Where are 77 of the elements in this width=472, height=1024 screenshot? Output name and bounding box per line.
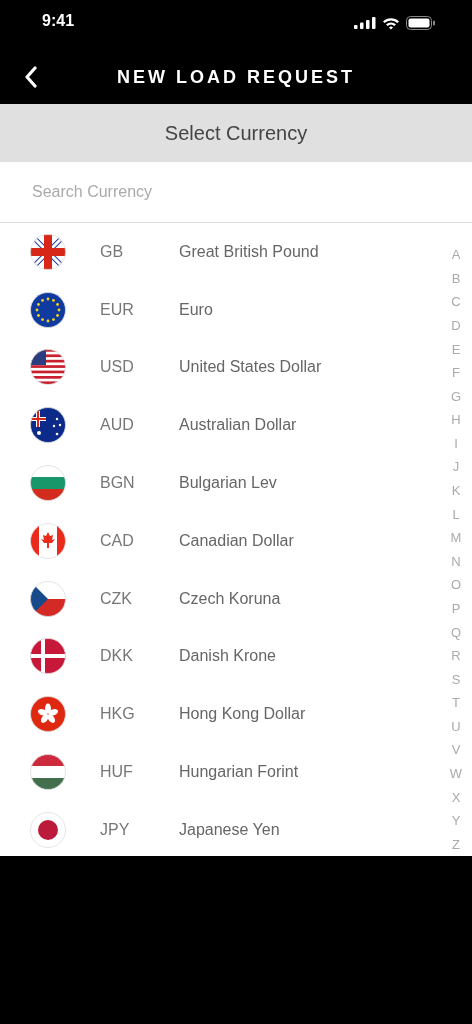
currency-name: Great British Pound: [179, 242, 319, 261]
currency-code: GB: [100, 242, 125, 261]
currency-code: HKG: [100, 705, 136, 724]
currency-code: BGN: [100, 474, 136, 493]
index-letter[interactable]: Y: [449, 808, 463, 833]
currency-name: Canadian Dollar: [179, 531, 294, 550]
page-title: NEW LOAD REQUEST: [117, 66, 355, 88]
currency-row[interactable]: CAD Canadian Dollar: [0, 512, 440, 570]
index-letter[interactable]: P: [449, 596, 463, 621]
index-letter[interactable]: W: [449, 761, 463, 786]
currency-row[interactable]: AUD Australian Dollar: [0, 396, 440, 455]
search-field[interactable]: Search Currency: [0, 162, 472, 223]
currency-code: JPY: [100, 820, 131, 839]
currency-name: Bulgarian Lev: [179, 474, 277, 493]
disc-flag-icon: [30, 811, 66, 848]
index-letter[interactable]: O: [449, 573, 463, 597]
currency-name: Euro: [179, 300, 213, 319]
currency-name: United States Dollar: [179, 358, 322, 377]
index-letter[interactable]: A: [449, 243, 463, 267]
currency-row[interactable]: HUF Hungarian Forint: [0, 743, 440, 801]
index-letter[interactable]: N: [449, 549, 463, 574]
wifi-icon: [382, 16, 400, 30]
index-letter[interactable]: S: [449, 667, 463, 691]
section-title: Select Currency: [164, 121, 308, 145]
index-letter[interactable]: I: [449, 431, 463, 456]
index-letter[interactable]: X: [449, 785, 463, 809]
currency-code: CAD: [100, 531, 135, 550]
currency-row[interactable]: HKG Hong Kong Dollar: [0, 685, 440, 744]
index-letter[interactable]: B: [449, 266, 463, 291]
index-letter[interactable]: L: [449, 502, 463, 526]
currency-name: Czech Koruna: [179, 589, 281, 608]
currency-name: Australian Dollar: [179, 416, 297, 435]
currency-code: CZK: [100, 589, 133, 608]
currency-code: DKK: [100, 647, 134, 666]
currency-row[interactable]: DKK Danish Krone: [0, 627, 440, 686]
currency-row[interactable]: EUR Euro: [0, 280, 440, 339]
index-letter[interactable]: T: [449, 691, 463, 715]
currency-code: EUR: [100, 300, 135, 319]
flower-flag-icon: [30, 696, 66, 733]
cross-flag-icon: [30, 233, 66, 270]
stars-stripes-flag-icon: [30, 349, 66, 386]
index-letter[interactable]: E: [449, 337, 463, 361]
currency-code: HUF: [100, 763, 134, 782]
currency-name: Hong Kong Dollar: [179, 705, 306, 724]
currency-name: Danish Krone: [179, 647, 276, 666]
currency-code: AUD: [100, 416, 135, 435]
triangle-flag-icon: [30, 580, 66, 617]
index-letter[interactable]: U: [449, 714, 463, 739]
battery-icon: [406, 16, 436, 30]
index-letter[interactable]: Z: [449, 832, 463, 857]
currency-row[interactable]: CZK Czech Koruna: [0, 569, 440, 628]
currency-row[interactable]: GB Great British Pound: [0, 223, 440, 281]
star-ring-flag-icon: [30, 291, 66, 328]
currency-row[interactable]: JPY Japanese Yen: [0, 800, 440, 859]
tricolor-flag-icon: [30, 465, 66, 502]
nordic-cross-flag-icon: [30, 638, 66, 675]
index-letter[interactable]: V: [449, 738, 463, 762]
maple-leaf-flag-icon: [30, 522, 66, 559]
index-letter[interactable]: K: [449, 478, 463, 503]
index-letter[interactable]: D: [449, 313, 463, 338]
tricolor-flag-icon: [30, 754, 66, 791]
southern-cross-flag-icon: [30, 407, 66, 444]
currency-code: USD: [100, 358, 135, 377]
currency-name: Japanese Yen: [179, 820, 280, 839]
index-letter[interactable]: G: [449, 384, 463, 409]
currency-row[interactable]: BGN Bulgarian Lev: [0, 454, 440, 512]
index-letter[interactable]: Q: [449, 620, 463, 644]
index-letter[interactable]: H: [449, 408, 463, 432]
index-letter[interactable]: J: [449, 455, 463, 479]
index-letter[interactable]: R: [449, 643, 463, 668]
index-letter[interactable]: C: [449, 290, 463, 314]
currency-name: Hungarian Forint: [179, 763, 299, 782]
currency-row[interactable]: USD United States Dollar: [0, 338, 440, 397]
index-letter[interactable]: F: [449, 360, 463, 385]
index-letter[interactable]: M: [449, 525, 463, 550]
status-time: 9:41: [42, 12, 75, 30]
signal-icon: [354, 17, 376, 29]
